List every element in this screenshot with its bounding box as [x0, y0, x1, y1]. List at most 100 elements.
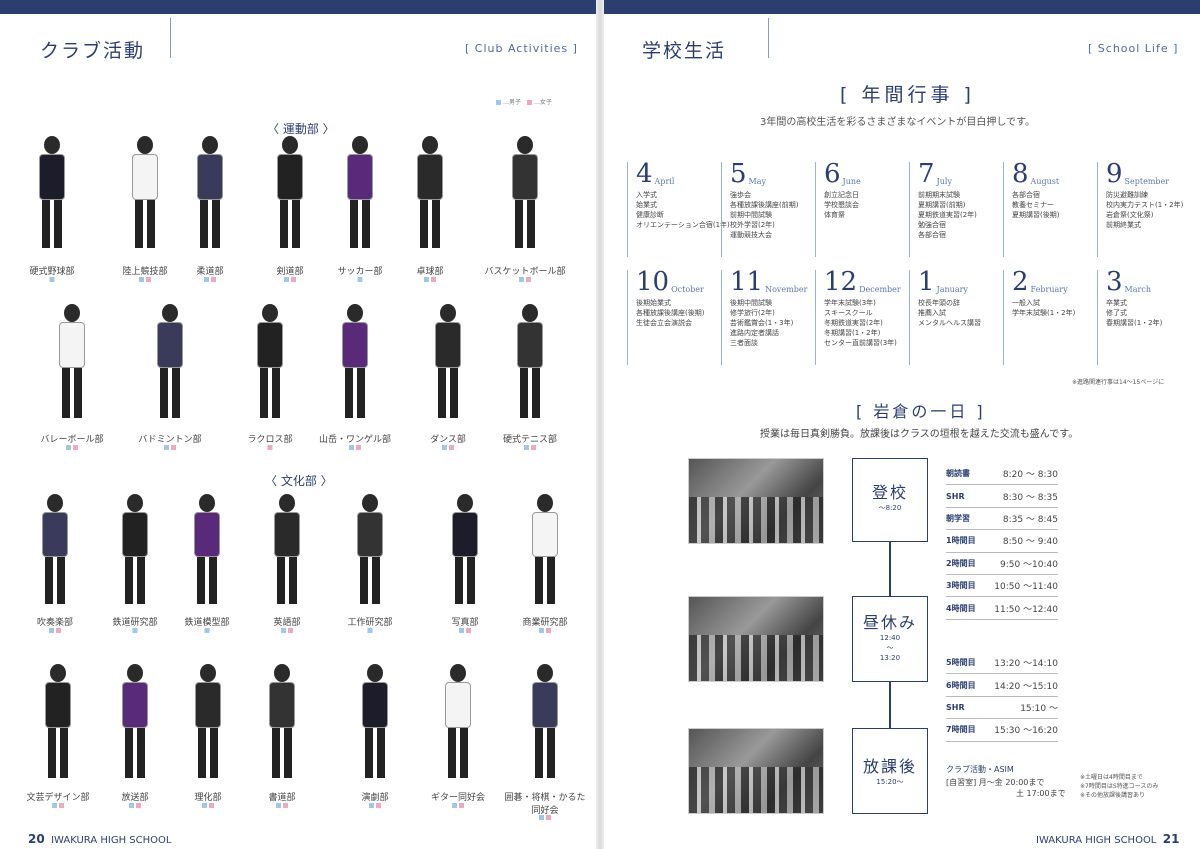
- gender-legend: …男子 …女子: [496, 97, 552, 106]
- month-name: December: [859, 285, 901, 294]
- month-number: 4: [636, 159, 653, 189]
- gender-markers: [281, 628, 293, 633]
- arrive-time: 〜8:20: [878, 504, 902, 512]
- club-member-photo: [33, 660, 83, 782]
- female-marker: [449, 445, 454, 450]
- club-name: 剣道部: [276, 267, 304, 277]
- event-item: 運動競技大会: [730, 231, 772, 239]
- female-marker: [526, 277, 531, 282]
- period-time: 8:35 〜 8:45: [1002, 514, 1058, 525]
- event-item: 進路内定者講話: [730, 329, 779, 337]
- month-number: 6: [824, 159, 841, 189]
- club-title-en: [ Club Activities ]: [465, 42, 578, 55]
- male-marker: [66, 445, 71, 450]
- male-marker: [204, 277, 209, 282]
- male-marker: [349, 445, 354, 450]
- month-january: 1 January 校長年頭の辞 推薦入試 メンタルヘルス講習: [909, 269, 1001, 365]
- month-april: 4 April 入学式 始業式 健康診断 オリエンテーション合宿(1年): [627, 159, 730, 257]
- gender-markers: [52, 803, 64, 808]
- female-marker: [73, 445, 78, 450]
- period-time: 15:10 〜: [1020, 703, 1058, 714]
- event-item: 始業式: [636, 201, 657, 209]
- annual-events-sub: 3年間の高校生活を彩るさまざまなイベントが目白押しです。: [760, 117, 1036, 128]
- gender-markers: [369, 803, 381, 808]
- gender-markers: [202, 803, 214, 808]
- club-name: 囲碁・将棋・かるた 同好会: [504, 793, 586, 816]
- female-marker: [291, 277, 296, 282]
- female-marker: [59, 803, 64, 808]
- event-item: センター直前講習(3年): [824, 339, 897, 347]
- event-item: 一般入試: [1012, 299, 1040, 307]
- period-time: 11:50 〜12:40: [994, 604, 1058, 615]
- female-marker: [283, 803, 288, 808]
- club-member-photo: [350, 660, 400, 782]
- event-item: 入学式: [636, 191, 657, 199]
- club-member-photo: [500, 132, 550, 252]
- event-item: スキースクール: [824, 309, 873, 317]
- lunch-label: 昼休み: [862, 613, 917, 632]
- lunch-time-end: 13:20: [879, 654, 901, 662]
- male-marker: [49, 277, 55, 282]
- gender-markers: [539, 815, 551, 820]
- event-item: 学年末試験(1・2年): [1012, 309, 1076, 317]
- gender-markers: [276, 803, 288, 808]
- gender-markers: [424, 277, 436, 282]
- club-name: 柔道部: [196, 267, 224, 277]
- month-name: November: [765, 285, 808, 294]
- club-name: 英語部: [273, 618, 301, 628]
- schedule-row: 1時間目 8:50 〜 9:40: [946, 530, 1058, 553]
- club-member-photo: [330, 300, 380, 422]
- legend-male: …男子: [496, 97, 521, 106]
- club-member-photo: [433, 660, 483, 782]
- school-life-title-en: [ School Life ]: [1088, 42, 1179, 55]
- gender-markers: [204, 628, 210, 633]
- event-item: 強歩会: [730, 191, 751, 199]
- club-member-photo: [47, 300, 97, 422]
- club-name: 吹奏楽部: [36, 618, 74, 628]
- club-name: 商業研究部: [522, 618, 568, 628]
- club-name: バスケットボール部: [484, 267, 566, 277]
- gender-markers: [539, 628, 551, 633]
- club-name: 鉄道模型部: [184, 618, 230, 628]
- female-marker: [431, 277, 436, 282]
- club-name: 書道部: [268, 793, 296, 803]
- gender-markers: [442, 445, 454, 450]
- month-october: 10 October 後期始業式 各種放課後講座(後期) 生徒会立会演説会: [627, 269, 719, 365]
- female-marker: [376, 803, 381, 808]
- period-name: 朝読書: [946, 469, 970, 479]
- top-bar-right: [602, 0, 1200, 14]
- female-marker: [531, 445, 536, 450]
- event-item: 学校懇談会: [824, 201, 859, 209]
- club-name: 硬式テニス部: [502, 435, 558, 445]
- event-item: 後期始業式: [636, 299, 671, 307]
- schedule-row: 4時間目 11:50 〜12:40: [946, 597, 1058, 620]
- period-name: 2時間目: [946, 558, 976, 568]
- club-name: 陸上競技部: [122, 267, 168, 277]
- event-item: 勉強合宿: [918, 221, 946, 229]
- event-item: 創立記念日: [824, 191, 859, 199]
- month-name: March: [1124, 285, 1151, 294]
- month-name: May: [748, 177, 767, 186]
- culture-heading: 〈 文化部 〉: [265, 474, 333, 488]
- divider: [768, 18, 769, 58]
- arrive-label: 登校: [871, 483, 908, 502]
- annual-note: ※進路関連行事は14〜15ページに: [1072, 379, 1165, 386]
- club-member-photo: [440, 490, 490, 608]
- club-name: バドミントン部: [138, 435, 202, 445]
- legend-female: …女子: [527, 97, 552, 106]
- period-time: 8:20 〜 8:30: [1002, 470, 1058, 481]
- event-item: 夏期講習(後期): [1012, 211, 1060, 219]
- school-name: IWAKURA HIGH SCHOOL: [51, 835, 172, 846]
- gender-markers: [66, 445, 78, 450]
- event-item: 校外学習(2年): [730, 221, 775, 229]
- club-member-photo: [185, 132, 235, 252]
- event-item: 体育祭: [824, 211, 845, 219]
- note-1: ※土曜日は4時間目まで: [1080, 774, 1143, 781]
- month-name: August: [1030, 177, 1060, 186]
- event-item: 夏期鉄道実習(2年): [918, 211, 977, 219]
- female-marker: [288, 628, 293, 633]
- timeline-lunch: 昼休み 12:40 〜 13:20: [852, 596, 928, 682]
- note-3: ※その他放課後講習あり: [1080, 792, 1146, 799]
- club-name: サッカー部: [337, 267, 383, 277]
- gender-markers: [49, 628, 61, 633]
